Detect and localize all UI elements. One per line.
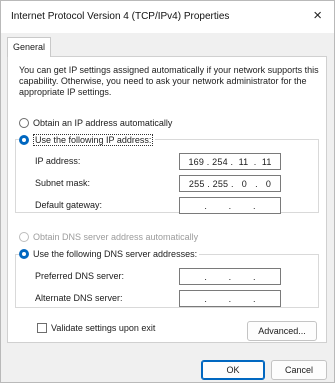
preferred-dns-label: Preferred DNS server: [35, 271, 125, 281]
subnet-mask-label: Subnet mask: [35, 178, 91, 188]
ip-address-field[interactable]: 169 . 254 . 11 . 11 [179, 153, 281, 170]
radio-use-following-ip[interactable]: Use the following IP address: [19, 134, 156, 146]
radio-button-disabled[interactable] [19, 232, 29, 242]
default-gateway-field[interactable]: . . . [179, 197, 281, 214]
obtain-ip-auto-label: Obtain an IP address automatically [33, 118, 173, 128]
title-bar: Internet Protocol Version 4 (TCP/IPv4) P… [1, 1, 334, 33]
cancel-button[interactable]: Cancel [271, 360, 327, 380]
radio-button[interactable] [19, 118, 29, 128]
radio-button-selected[interactable] [19, 135, 29, 145]
use-following-dns-label: Use the following DNS server addresses: [33, 249, 198, 259]
validate-checkbox[interactable] [37, 323, 47, 333]
alternate-dns-field[interactable]: . . . [179, 290, 281, 307]
alternate-dns-label: Alternate DNS server: [35, 293, 123, 303]
radio-use-following-dns[interactable]: Use the following DNS server addresses: [19, 249, 200, 259]
preferred-dns-field[interactable]: . . . [179, 268, 281, 285]
properties-dialog: Internet Protocol Version 4 (TCP/IPv4) P… [0, 0, 335, 383]
ip-address-label: IP address: [35, 156, 81, 166]
advanced-button[interactable]: Advanced... [247, 321, 317, 341]
ok-button[interactable]: OK [201, 360, 265, 380]
validate-checkbox-row[interactable]: Validate settings upon exit [37, 323, 155, 333]
use-following-ip-label: Use the following IP address: [33, 134, 154, 146]
validate-label: Validate settings upon exit [51, 323, 156, 333]
radio-obtain-dns-auto[interactable]: Obtain DNS server address automatically [19, 232, 198, 242]
description-text: You can get IP settings assigned automat… [19, 65, 319, 97]
radio-button-selected[interactable] [19, 249, 29, 259]
obtain-dns-auto-label: Obtain DNS server address automatically [33, 232, 199, 242]
dialog-title: Internet Protocol Version 4 (TCP/IPv4) P… [11, 11, 230, 22]
subnet-mask-field[interactable]: 255 . 255 . 0 . 0 [179, 175, 281, 192]
tab-general[interactable]: General [7, 37, 51, 57]
tab-strip: General [7, 37, 327, 57]
radio-obtain-ip-auto[interactable]: Obtain an IP address automatically [19, 118, 172, 128]
default-gateway-label: Default gateway: [35, 200, 103, 210]
close-icon[interactable]: × [313, 7, 322, 25]
